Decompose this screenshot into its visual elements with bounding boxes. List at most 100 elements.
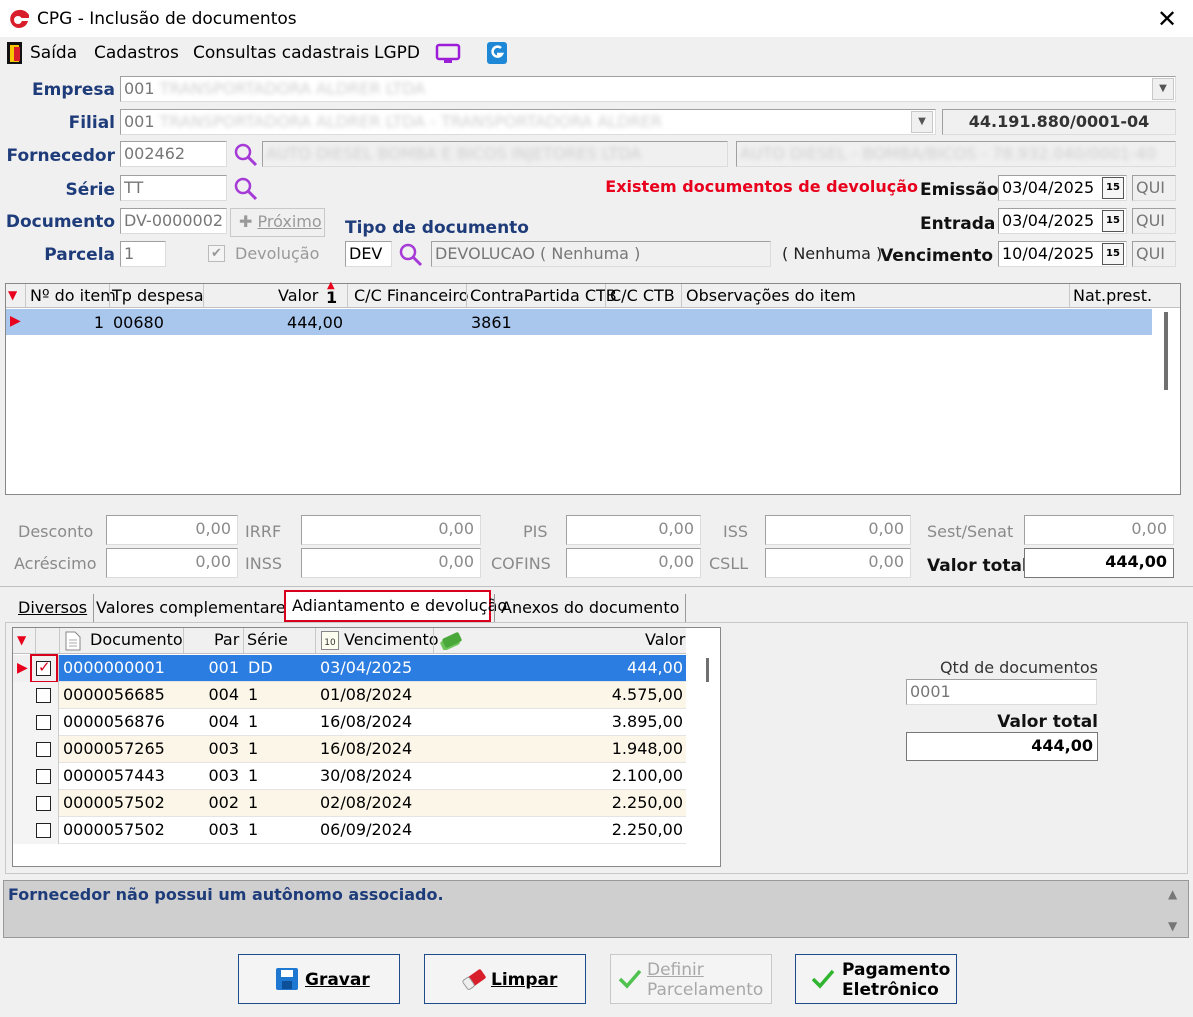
- row-checkbox[interactable]: [36, 796, 51, 811]
- serie-label: Série: [65, 180, 115, 200]
- valor-total-field: 444,00: [1024, 548, 1174, 578]
- adiantamento-row[interactable]: 0000057265 003 1 16/08/2024 1.948,00: [13, 736, 686, 763]
- row-pointer-icon: ▶: [10, 313, 21, 329]
- money-icon: [440, 632, 462, 650]
- menu-lgpd[interactable]: LGPD: [374, 43, 420, 63]
- pis-field[interactable]: 0,00: [566, 515, 701, 545]
- gravar-button[interactable]: Gravar: [238, 954, 400, 1004]
- grid2-menu-icon[interactable]: ▼: [17, 633, 26, 647]
- app-logo-icon: [10, 9, 29, 28]
- devolucao-label: Devolução: [235, 244, 320, 263]
- col-valor[interactable]: Valor: [278, 286, 318, 305]
- tab-diversos[interactable]: Diversos: [12, 594, 95, 622]
- documento-label: Documento: [5, 212, 115, 232]
- tab-anexos[interactable]: Anexos do documento: [494, 594, 687, 622]
- save-icon: [276, 968, 298, 990]
- csll-field[interactable]: 0,00: [765, 548, 911, 578]
- serie-search-icon[interactable]: [233, 176, 259, 202]
- definir-parcelamento-button[interactable]: Definir Parcelamento: [610, 954, 772, 1004]
- exit-door-icon[interactable]: [6, 41, 24, 65]
- tipo-extra-text: ( Nenhuma ): [782, 244, 883, 263]
- limpar-button[interactable]: Limpar: [424, 954, 586, 1004]
- col-tp-despesa[interactable]: Tp despesa: [112, 286, 204, 305]
- row-checkbox[interactable]: [36, 715, 51, 730]
- col-nat-prest[interactable]: Nat.prest.: [1073, 286, 1152, 305]
- acrescimo-label: Acréscimo: [14, 554, 97, 573]
- title-bar: CPG - Inclusão de documentos ✕: [0, 0, 1193, 38]
- adiantamento-rows: ▶ ✓ 0000000001 001 DD 03/04/2025 444,00 0000056…: [13, 654, 686, 845]
- adiantamento-row[interactable]: ▶ ✓ 0000000001 001 DD 03/04/2025 444,00: [13, 654, 686, 683]
- tipo-desc-field: DEVOLUCAO ( Nenhuma ): [431, 241, 771, 267]
- col2-documento[interactable]: Documento: [90, 630, 183, 649]
- status-scroll-up-icon[interactable]: ▲: [1168, 887, 1177, 901]
- menu-saida[interactable]: Saída: [30, 43, 77, 63]
- row-checkbox[interactable]: [36, 688, 51, 703]
- status-message: Fornecedor não possui um autônomo associ…: [8, 885, 444, 904]
- desconto-field[interactable]: 0,00: [106, 515, 238, 545]
- status-scroll-down-icon[interactable]: ▼: [1168, 919, 1177, 933]
- entrada-label: Entrada: [920, 214, 996, 234]
- adiantamento-row[interactable]: 0000057502 003 1 06/09/2024 2.250,00: [13, 817, 686, 844]
- col-observacoes[interactable]: Observações do item: [686, 286, 856, 305]
- cofins-field[interactable]: 0,00: [566, 548, 701, 578]
- close-icon[interactable]: ✕: [1150, 2, 1184, 36]
- row-checkbox[interactable]: [36, 769, 51, 784]
- adiantamento-row[interactable]: 0000056685 004 1 01/08/2024 4.575,00: [13, 682, 686, 709]
- adiantamento-row[interactable]: 0000056876 004 1 16/08/2024 3.895,00: [13, 709, 686, 736]
- col2-serie[interactable]: Série: [247, 630, 288, 649]
- col-contrapartida[interactable]: ContraPartida CTB: [470, 286, 617, 305]
- row-checkbox[interactable]: [36, 823, 51, 838]
- col2-vencimento[interactable]: Vencimento: [344, 630, 439, 649]
- inss-field[interactable]: 0,00: [301, 548, 481, 578]
- grid-menu-icon[interactable]: ▼: [8, 288, 17, 302]
- monitor-icon[interactable]: [435, 42, 461, 66]
- sest-field[interactable]: 0,00: [1024, 515, 1174, 545]
- menu-cadastros[interactable]: Cadastros: [94, 43, 179, 63]
- fornecedor-label: Fornecedor: [6, 146, 115, 166]
- menu-consultas-cadastrais[interactable]: Consultas cadastrais: [193, 43, 369, 63]
- row-pointer-icon: ▶: [17, 660, 28, 676]
- iss-field[interactable]: 0,00: [765, 515, 911, 545]
- fornecedor-code-input[interactable]: 002462: [120, 141, 227, 167]
- devolucao-checkbox[interactable]: ✔: [208, 245, 225, 262]
- adiantamento-grid: ▼ Documento Par Série 10 Vencimento Valo…: [12, 627, 721, 867]
- adiantamento-scrollbar[interactable]: [706, 658, 709, 682]
- filial-select[interactable]: 001 TRANSPORTADORA ALDRER LTDA - TRANSPO…: [120, 109, 936, 135]
- adiantamento-row[interactable]: 0000057502 002 1 02/08/2024 2.250,00: [13, 790, 686, 817]
- tipo-search-icon[interactable]: [398, 242, 424, 268]
- col2-valor[interactable]: Valor: [645, 630, 685, 649]
- vencimento-weekday: QUI: [1132, 241, 1176, 267]
- emissao-label: Emissão: [920, 180, 999, 200]
- items-grid-row[interactable]: ▶ 1 00680 444,00 3861: [6, 309, 1152, 335]
- col-cc-financeiro[interactable]: C/C Financeiro: [354, 286, 469, 305]
- tab-valores-complementares[interactable]: Valores complementares: [90, 594, 301, 622]
- col2-par[interactable]: Par: [214, 630, 239, 649]
- proximo-button[interactable]: ✚ Próximo: [230, 208, 325, 237]
- pagamento-eletronico-button[interactable]: Pagamento Eletrônico: [795, 954, 957, 1004]
- entrada-calendar-icon[interactable]: 15: [1102, 210, 1124, 232]
- serie-input[interactable]: TT: [120, 175, 227, 201]
- tab-adiantamento-devolucao[interactable]: Adiantamento e devolução: [284, 590, 507, 622]
- tipo-code-input[interactable]: DEV: [345, 241, 392, 267]
- vencimento-calendar-icon[interactable]: 15: [1102, 243, 1124, 265]
- desconto-label: Desconto: [18, 522, 94, 541]
- empresa-dropdown-button[interactable]: ▼: [1152, 78, 1174, 100]
- row-checkbox[interactable]: [36, 742, 51, 757]
- row-checkbox[interactable]: ✓: [36, 658, 51, 676]
- irrf-field[interactable]: 0,00: [301, 515, 481, 545]
- emissao-calendar-icon[interactable]: 15: [1102, 177, 1124, 199]
- empresa-select[interactable]: 001 TRANSPORTADORA ALDRER LTDA: [120, 76, 1176, 102]
- filial-dropdown-button[interactable]: ▼: [911, 111, 933, 133]
- app-g-icon[interactable]: [486, 41, 508, 65]
- documento-input[interactable]: DV-0000002: [120, 208, 227, 234]
- col-cc-ctb[interactable]: C/C CTB: [610, 286, 675, 305]
- fornecedor-search-icon[interactable]: [233, 142, 259, 168]
- emissao-weekday: QUI: [1132, 175, 1176, 201]
- items-grid: ▼ Nº do item Tp despesa Valor ▲ 1 C/C Fin…: [5, 280, 1181, 495]
- items-scrollbar[interactable]: [1164, 312, 1168, 390]
- check-disabled-icon: [618, 969, 642, 989]
- adiantamento-row[interactable]: 0000057443 003 1 30/08/2024 2.100,00: [13, 763, 686, 790]
- col-item[interactable]: Nº do item: [30, 286, 116, 305]
- parcela-input[interactable]: 1: [120, 241, 166, 267]
- acrescimo-field[interactable]: 0,00: [106, 548, 238, 578]
